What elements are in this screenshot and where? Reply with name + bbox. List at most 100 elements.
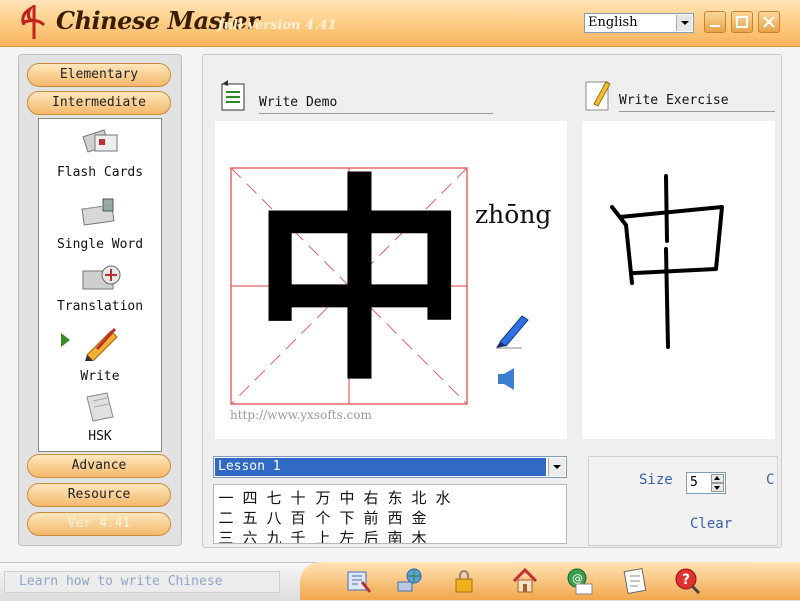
- spin-down-icon[interactable]: [711, 483, 724, 492]
- lesson-value: Lesson 1: [215, 458, 546, 476]
- language-select[interactable]: English: [584, 13, 694, 33]
- close-button[interactable]: [758, 11, 780, 33]
- write-exercise-title: Write Exercise: [619, 93, 729, 108]
- language-value: English: [588, 15, 638, 30]
- character-cell[interactable]: 十: [286, 487, 310, 508]
- module-label: Translation: [56, 299, 144, 314]
- minimize-button[interactable]: [704, 11, 726, 33]
- notebook-pen-icon: [585, 81, 611, 111]
- divider: [259, 113, 493, 114]
- status-bar: Learn how to write Chinese: [4, 571, 280, 593]
- character-cell[interactable]: 木: [407, 527, 431, 543]
- flash-cards-icon: [82, 129, 118, 153]
- help-icon[interactable]: ?: [672, 566, 702, 596]
- intermediate-button[interactable]: Intermediate: [27, 91, 171, 115]
- character-cell[interactable]: 下: [335, 507, 359, 528]
- character-cell[interactable]: 二: [214, 507, 238, 528]
- divider: [619, 111, 775, 112]
- character-cell[interactable]: 前: [359, 507, 383, 528]
- chevron-down-icon[interactable]: [676, 15, 692, 31]
- app-version: full version 4.41: [218, 18, 337, 33]
- translation-icon: [82, 265, 121, 290]
- chevron-down-icon[interactable]: [548, 458, 565, 476]
- module-label: Flash Cards: [56, 165, 144, 180]
- speaker-icon[interactable]: [496, 366, 520, 394]
- lock-icon[interactable]: [450, 566, 480, 596]
- hsk-icon: [86, 392, 114, 422]
- module-flash-cards[interactable]: Flash Cards: [39, 123, 161, 183]
- website-url: http://www.yxsofts.com: [230, 408, 372, 422]
- write-exercise-canvas[interactable]: [582, 121, 775, 439]
- character-cell[interactable]: 东: [383, 487, 407, 508]
- brush-icon[interactable]: [492, 310, 532, 350]
- character-cell[interactable]: 三: [214, 527, 238, 543]
- write-demo-title: Write Demo: [259, 95, 338, 110]
- size-value: 5: [690, 475, 698, 490]
- maximize-icon: [736, 16, 748, 28]
- color-button[interactable]: C: [766, 472, 774, 488]
- exercise-controls: [588, 456, 778, 546]
- module-translation[interactable]: Translation: [39, 261, 161, 319]
- module-label: Single Word: [56, 237, 144, 252]
- title-bar: Chinese Master full version 4.41 English: [0, 0, 800, 47]
- navigation-panel: Elementary Intermediate Flash Cards Sing…: [18, 54, 182, 546]
- notepad-icon: [221, 80, 245, 111]
- settings-icon[interactable]: [344, 566, 374, 596]
- character-list[interactable]: 一四七十万中右东北水二五八百个下前西金三六九千上左后南木: [213, 484, 567, 544]
- elementary-button[interactable]: Elementary: [27, 63, 171, 87]
- character-cell[interactable]: 西: [383, 507, 407, 528]
- character-cell[interactable]: 百: [286, 507, 310, 528]
- module-single-word[interactable]: Single Word: [39, 193, 161, 253]
- character-cell[interactable]: 五: [238, 507, 262, 528]
- character-cell[interactable]: 北: [407, 487, 431, 508]
- size-label: Size: [639, 472, 673, 488]
- character-cell[interactable]: 金: [407, 507, 431, 528]
- email-icon[interactable]: @: [564, 566, 594, 596]
- advance-button[interactable]: Advance: [27, 454, 171, 478]
- home-icon[interactable]: [510, 566, 540, 596]
- app-logo-icon: [21, 5, 46, 39]
- character-cell[interactable]: 个: [311, 507, 335, 528]
- minimize-icon: [710, 25, 720, 27]
- lesson-select[interactable]: Lesson 1: [213, 456, 567, 478]
- module-label: HSK: [88, 429, 112, 444]
- close-icon: [763, 16, 775, 28]
- maximize-button[interactable]: [731, 11, 753, 33]
- character-cell[interactable]: 万: [311, 487, 335, 508]
- character-cell[interactable]: 一: [214, 487, 238, 508]
- character-cell[interactable]: 四: [238, 487, 262, 508]
- size-stepper[interactable]: 5: [686, 472, 726, 494]
- character-cell[interactable]: 水: [431, 487, 455, 508]
- demo-character: 中: [251, 154, 469, 410]
- pinyin: zhōng: [475, 200, 552, 229]
- character-cell[interactable]: 六: [238, 527, 262, 543]
- character-cell[interactable]: 中: [335, 487, 359, 508]
- status-text: Learn how to write Chinese: [19, 574, 223, 589]
- clear-button[interactable]: Clear: [690, 516, 732, 532]
- module-list: Flash Cards Single Word Translation Writ…: [38, 118, 162, 452]
- character-cell[interactable]: 右: [359, 487, 383, 508]
- svg-text:?: ?: [682, 572, 690, 588]
- network-icon[interactable]: [394, 566, 424, 596]
- single-word-icon: [81, 198, 115, 226]
- character-cell[interactable]: 七: [262, 487, 286, 508]
- module-hsk[interactable]: HSK: [39, 389, 161, 449]
- module-write[interactable]: Write: [39, 325, 161, 387]
- notes-icon[interactable]: [620, 566, 650, 596]
- svg-text:@: @: [572, 572, 583, 585]
- spin-up-icon[interactable]: [711, 474, 724, 483]
- version-button: Ver 4.41: [27, 512, 171, 536]
- module-label: Write: [80, 369, 120, 384]
- write-icon: [85, 327, 118, 361]
- handwritten-stroke: [610, 174, 724, 349]
- character-cell[interactable]: 千: [286, 527, 310, 543]
- selected-arrow-icon: [61, 333, 70, 347]
- resource-button[interactable]: Resource: [27, 483, 171, 507]
- character-cell[interactable]: 左: [335, 527, 359, 543]
- character-cell[interactable]: 上: [311, 527, 335, 543]
- character-cell[interactable]: 八: [262, 507, 286, 528]
- character-cell[interactable]: 后: [359, 527, 383, 543]
- character-cell[interactable]: 九: [262, 527, 286, 543]
- toolbar: [300, 562, 800, 600]
- character-cell[interactable]: 南: [383, 527, 407, 543]
